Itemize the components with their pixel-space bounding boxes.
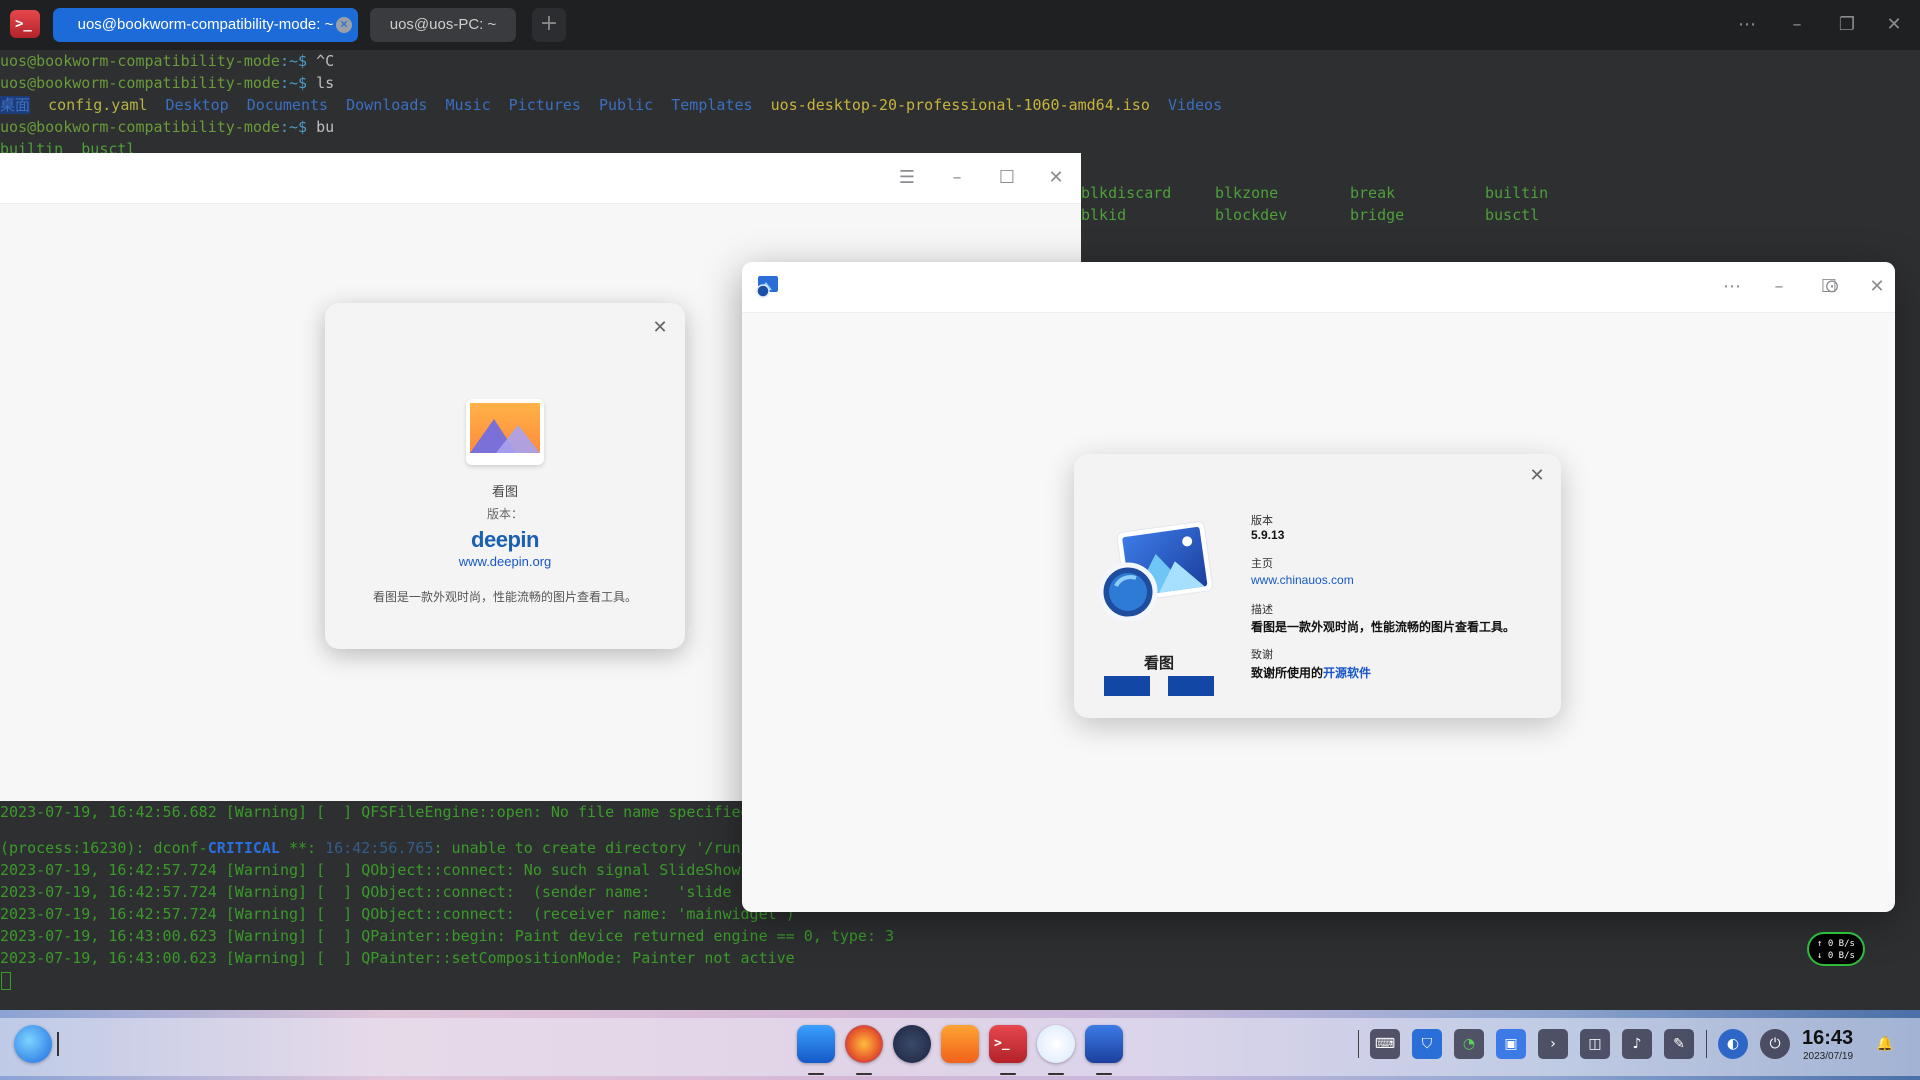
- app-description: 看图是一款外观时尚，性能流畅的图片查看工具。: [372, 590, 637, 604]
- completion-row: builtin: [1485, 184, 1549, 202]
- completion-row: blockdev: [1215, 206, 1288, 224]
- upload-speed: ↑ 0 B/s: [1817, 939, 1855, 949]
- keyboard-icon[interactable]: ⌨: [1370, 1029, 1400, 1059]
- log-line: 2023-07-19, 16:43:00.623 [Warning] [ ] Q…: [0, 949, 795, 967]
- clock-time[interactable]: 16:43: [1802, 1027, 1853, 1050]
- log-line: (process:16230): dconf-CRITICAL **: 16:4…: [0, 839, 750, 857]
- terminal-line: uos@bookworm-compatibility-mode:~$ bu: [0, 118, 335, 136]
- running-indicator: [1096, 1073, 1112, 1075]
- dock: >_ ⌨ ⛉ ◔ ▣ › ◫ ♪ ✎ ◐ ⏻ 🔔: [0, 1010, 1920, 1080]
- notification-bell-icon[interactable]: 🔔: [1870, 1029, 1900, 1059]
- tab-label: uos@bookworm-compatibility-mode: ~: [77, 16, 334, 33]
- close-icon[interactable]: ✕: [650, 318, 670, 338]
- log-line: 2023-07-19, 16:42:57.724 [Warning] [ ] Q…: [0, 905, 795, 923]
- shield-icon[interactable]: ⛉: [1412, 1029, 1442, 1059]
- dock-divider: [1706, 1030, 1707, 1058]
- firefox-icon[interactable]: [845, 1025, 883, 1063]
- completion-row: busctl: [1485, 206, 1540, 224]
- about-dialog-uos: ✕ 看图 版本 5.9.13 主页 www.chinauos.com 描述 看图…: [1074, 454, 1561, 718]
- tab-close-icon[interactable]: ✕: [336, 17, 352, 33]
- search-cursor: [57, 1032, 59, 1056]
- window-titlebar: ☰ – ☐ ✕: [0, 153, 1081, 204]
- more-options-icon[interactable]: ⋯: [1718, 273, 1746, 301]
- logo-block-left: [1104, 676, 1150, 696]
- terminal-icon[interactable]: >_: [989, 1025, 1027, 1063]
- app-name: 看图: [491, 484, 518, 499]
- terminal-titlebar: >_ uos@bookworm-compatibility-mode: ~ ✕ …: [0, 0, 1920, 51]
- maximize-icon[interactable]: ☐: [993, 164, 1021, 192]
- close-icon[interactable]: ✕: [1880, 11, 1908, 39]
- terminal-app-icon: >_: [10, 10, 40, 38]
- speedometer-icon[interactable]: ◔: [1454, 1029, 1484, 1059]
- running-indicator: [1000, 1073, 1016, 1075]
- settings-icon[interactable]: [893, 1025, 931, 1063]
- tab-label: uos@uos-PC: ~: [389, 16, 497, 33]
- network-speed-widget[interactable]: ↑ 0 B/s ↓ 0 B/s: [1807, 932, 1865, 966]
- pen-icon[interactable]: ✎: [1664, 1029, 1694, 1059]
- version-value: 5.9.13: [1251, 528, 1285, 542]
- tab-uos-pc[interactable]: uos@uos-PC: ~: [370, 8, 516, 42]
- version-label: 版本：: [486, 507, 523, 521]
- homepage-label: 主页: [1251, 558, 1273, 570]
- minimize-icon[interactable]: –: [1783, 11, 1811, 39]
- network-icon[interactable]: ◐: [1718, 1029, 1748, 1059]
- logo-block-right: [1168, 676, 1214, 696]
- close-icon[interactable]: ✕: [1863, 273, 1891, 301]
- clock-date: 2023/07/19: [1803, 1051, 1854, 1062]
- menu-icon[interactable]: ☰: [893, 164, 921, 192]
- file-manager-icon[interactable]: [797, 1025, 835, 1063]
- app-name: 看图: [1143, 655, 1174, 672]
- screenshot-icon[interactable]: ◫: [1580, 1029, 1610, 1059]
- maximize-icon[interactable]: ☐: [1815, 273, 1843, 301]
- image-viewer-logo-icon: [1096, 516, 1216, 626]
- running-indicator: [1048, 1073, 1064, 1075]
- close-icon[interactable]: ✕: [1527, 466, 1547, 486]
- running-indicator: [808, 1073, 824, 1075]
- launcher-icon[interactable]: [14, 1025, 52, 1063]
- terminal-cursor: [1, 972, 11, 990]
- log-line: 2023-07-19, 16:42:57.724 [Warning] [ ] Q…: [0, 883, 732, 901]
- minimize-icon[interactable]: –: [1765, 273, 1793, 301]
- app-store-icon[interactable]: [941, 1025, 979, 1063]
- deepin-logo: deepin: [471, 527, 539, 552]
- version-label: 版本: [1251, 515, 1273, 527]
- description-label: 描述: [1251, 604, 1273, 616]
- thanks-label: 致谢: [1251, 649, 1273, 661]
- completion-row: blkzone: [1215, 184, 1279, 202]
- menu-icon[interactable]: ⋯: [1733, 11, 1761, 39]
- completion-row: blkid: [1081, 206, 1127, 224]
- image-viewer-tray-icon[interactable]: ▣: [1496, 1029, 1526, 1059]
- download-speed: ↓ 0 B/s: [1817, 951, 1855, 961]
- website-link[interactable]: www.deepin.org: [325, 554, 685, 569]
- ls-output: 桌面 config.yaml Desktop Documents Downloa…: [0, 96, 1223, 114]
- image-viewer-app-icon: [466, 399, 544, 465]
- chevron-right-icon[interactable]: ›: [1538, 1029, 1568, 1059]
- running-indicator: [856, 1073, 872, 1075]
- minimize-icon[interactable]: –: [943, 164, 971, 192]
- log-line: 2023-07-19, 16:42:57.724 [Warning] [ ] Q…: [0, 861, 786, 879]
- completion-row: blkdiscard: [1081, 184, 1172, 202]
- log-line: 2023-07-19, 16:42:56.682 [Warning] [ ] Q…: [0, 803, 750, 821]
- log-line: 2023-07-19, 16:43:00.623 [Warning] [ ] Q…: [0, 927, 895, 945]
- image-viewer-app-icon: [754, 274, 780, 300]
- description-value: 看图是一款外观时尚，性能流畅的图片查看工具。: [1251, 620, 1516, 634]
- tab-bookworm[interactable]: uos@bookworm-compatibility-mode: ~ ✕: [53, 8, 358, 42]
- restore-icon[interactable]: ❐: [1833, 11, 1861, 39]
- add-tab-button[interactable]: +: [532, 8, 566, 42]
- completion-row: break: [1350, 184, 1396, 202]
- close-icon[interactable]: ✕: [1042, 164, 1070, 192]
- about-dialog-deepin: ✕ 看图 版本： deepin www.deepin.org 看图是一款外观时尚…: [325, 303, 685, 649]
- thanks-value: 致谢所使用的开源软件: [1251, 666, 1372, 680]
- chat-icon[interactable]: [1037, 1025, 1075, 1063]
- homepage-link[interactable]: www.chinauos.com: [1251, 573, 1354, 587]
- terminal-line: uos@bookworm-compatibility-mode:~$ ls: [0, 74, 335, 92]
- completion-row: bridge: [1350, 206, 1405, 224]
- dock-divider: [1358, 1030, 1359, 1058]
- volume-icon[interactable]: ♪: [1622, 1029, 1652, 1059]
- image-viewer-window: ⊙ – ☐ ✕ ⋯ ✕ 看图 版本 5.9.13 主页 www.chinauos…: [742, 262, 1895, 912]
- open-source-link[interactable]: 开源软件: [1323, 666, 1371, 680]
- power-icon[interactable]: ⏻: [1760, 1029, 1790, 1059]
- terminal-line: uos@bookworm-compatibility-mode:~$ ^C: [0, 52, 335, 70]
- image-viewer-dock-icon[interactable]: [1085, 1025, 1123, 1063]
